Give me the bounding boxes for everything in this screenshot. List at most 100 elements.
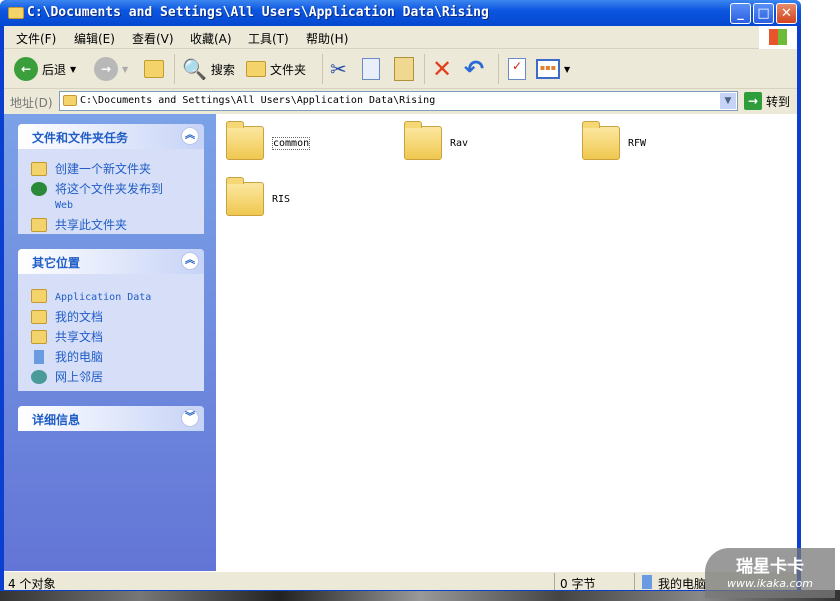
share-folder-icon <box>31 218 47 232</box>
task-label: 共享此文件夹 <box>55 218 128 232</box>
search-label: 搜索 <box>210 62 235 77</box>
address-bar: 地址(D) C:\Documents and Settings\All User… <box>4 89 797 114</box>
place-shared-documents[interactable]: 共享文档 <box>18 330 204 345</box>
copy-button[interactable] <box>362 55 380 83</box>
maximize-button[interactable]: □ <box>753 3 774 24</box>
separator <box>424 54 425 84</box>
properties-icon: ✓ <box>508 58 526 80</box>
folder-item[interactable]: RIS <box>226 177 291 216</box>
task-label: 创建一个新文件夹 <box>55 162 152 176</box>
folder-icon <box>8 7 24 19</box>
folder-icon <box>582 121 620 160</box>
place-application-data[interactable]: Application Data <box>18 289 204 305</box>
views-button[interactable]: ▪▪▪ ▼ <box>536 55 570 83</box>
folder-icon <box>226 121 264 160</box>
separator <box>174 54 175 84</box>
folder-icon <box>31 289 47 303</box>
separator <box>554 573 555 590</box>
up-folder-button[interactable] <box>144 55 164 83</box>
go-arrow-icon: → <box>744 92 762 110</box>
folders-icon <box>246 61 266 77</box>
place-my-documents[interactable]: 我的文档 <box>18 310 204 325</box>
separator <box>634 573 635 590</box>
close-button[interactable]: ✕ <box>776 3 797 24</box>
task-publish-web[interactable]: 将这个文件夹发布到 Web <box>18 182 204 213</box>
address-input[interactable]: C:\Documents and Settings\All Users\Appl… <box>59 91 738 111</box>
panel-title: 文件和文件夹任务 <box>32 131 129 145</box>
explorer-window: C:\Documents and Settings\All Users\Appl… <box>0 0 801 591</box>
undo-button[interactable]: ↶ <box>464 55 484 83</box>
task-new-folder[interactable]: 创建一个新文件夹 <box>18 162 204 177</box>
collapse-chevron-icon[interactable]: ︽ <box>181 127 199 145</box>
menu-file[interactable]: 文件(F) <box>16 30 56 47</box>
address-label: 地址(D) <box>10 96 53 110</box>
cut-button[interactable]: ✂ <box>330 55 347 83</box>
views-icon: ▪▪▪ <box>536 59 560 79</box>
place-label: 我的电脑 <box>55 350 104 364</box>
expand-chevron-icon[interactable]: ︾ <box>181 409 199 427</box>
scissors-icon: ✂ <box>330 57 347 81</box>
menu-bar: 文件(F) 编辑(E) 查看(V) 收藏(A) 工具(T) 帮助(H) <box>4 26 797 49</box>
paste-button[interactable] <box>394 55 414 83</box>
place-label: 共享文档 <box>55 330 104 344</box>
folder-name: common <box>272 136 311 150</box>
folders-button[interactable]: 文件夹 <box>246 55 306 83</box>
folder-item[interactable]: Rav <box>404 121 469 160</box>
computer-icon <box>34 350 44 364</box>
watermark: 瑞星卡卡 www.ikaka.com <box>705 548 835 598</box>
separator <box>498 54 499 84</box>
folder-item[interactable]: RFW <box>582 121 647 160</box>
copy-icon <box>362 58 380 80</box>
place-network[interactable]: 网上邻居 <box>18 370 204 385</box>
address-dropdown-button[interactable]: ▼ <box>720 93 736 109</box>
back-arrow-icon: ← <box>14 57 38 81</box>
menu-help[interactable]: 帮助(H) <box>306 30 348 47</box>
forward-arrow-icon: → <box>94 57 118 81</box>
toolbar: ← 后退 ▼ → ▼ 🔍 搜索 文件夹 ✂ ✕ ↶ ✓ ▪▪▪ ▼ <box>4 49 797 89</box>
details-panel: 详细信息 ︾ <box>18 406 204 431</box>
network-icon <box>31 370 47 384</box>
menu-edit[interactable]: 编辑(E) <box>74 30 115 47</box>
status-bar: 4 个对象 0 字节 我的电脑 <box>4 571 797 591</box>
minimize-button[interactable]: _ <box>730 3 751 24</box>
panel-header[interactable]: 其它位置 ︽ <box>18 249 204 274</box>
my-documents-icon <box>31 310 47 324</box>
task-label: 将这个文件夹发布到 <box>55 182 164 196</box>
folder-name: RFW <box>628 137 647 149</box>
panel-header[interactable]: 详细信息 ︾ <box>18 406 204 431</box>
globe-icon <box>31 182 47 196</box>
window-title: C:\Documents and Settings\All Users\Appl… <box>27 5 489 20</box>
place-my-computer[interactable]: 我的电脑 <box>18 350 204 365</box>
status-size: 0 字节 <box>560 577 596 591</box>
back-button[interactable]: ← 后退 ▼ <box>14 55 76 83</box>
place-label: Application Data <box>55 292 152 303</box>
properties-button[interactable]: ✓ <box>508 55 526 83</box>
new-folder-icon <box>31 162 47 176</box>
delete-button[interactable]: ✕ <box>432 55 452 83</box>
place-label: 网上邻居 <box>55 370 104 384</box>
search-icon: 🔍 <box>182 57 207 81</box>
collapse-chevron-icon[interactable]: ︽ <box>181 252 199 270</box>
menu-view[interactable]: 查看(V) <box>132 30 174 47</box>
folder-icon <box>31 330 47 344</box>
menu-tools[interactable]: 工具(T) <box>248 30 289 47</box>
task-share-folder[interactable]: 共享此文件夹 <box>18 218 204 233</box>
place-label: 我的文档 <box>55 310 104 324</box>
task-label: Web <box>55 200 74 211</box>
menu-favorites[interactable]: 收藏(A) <box>190 30 232 47</box>
file-tasks-panel: 文件和文件夹任务 ︽ 创建一个新文件夹 将这个文件夹发布到 Web 共享此文件夹 <box>18 124 204 234</box>
folder-name: RIS <box>272 193 291 205</box>
title-bar[interactable]: C:\Documents and Settings\All Users\Appl… <box>0 0 801 26</box>
folder-name: Rav <box>450 137 469 149</box>
task-pane: 文件和文件夹任务 ︽ 创建一个新文件夹 将这个文件夹发布到 Web 共享此文件夹 其… <box>4 114 216 571</box>
paste-icon <box>394 57 414 81</box>
panel-title: 其它位置 <box>32 256 81 270</box>
folders-label: 文件夹 <box>270 62 307 77</box>
panel-header[interactable]: 文件和文件夹任务 ︽ <box>18 124 204 149</box>
forward-button[interactable]: → ▼ <box>94 55 128 83</box>
address-value: C:\Documents and Settings\All Users\Appl… <box>80 95 436 106</box>
folder-item[interactable]: common <box>226 121 311 160</box>
search-button[interactable]: 🔍 搜索 <box>182 55 235 83</box>
go-label: 转到 <box>766 94 791 109</box>
go-button[interactable]: → 转到 <box>744 92 790 110</box>
